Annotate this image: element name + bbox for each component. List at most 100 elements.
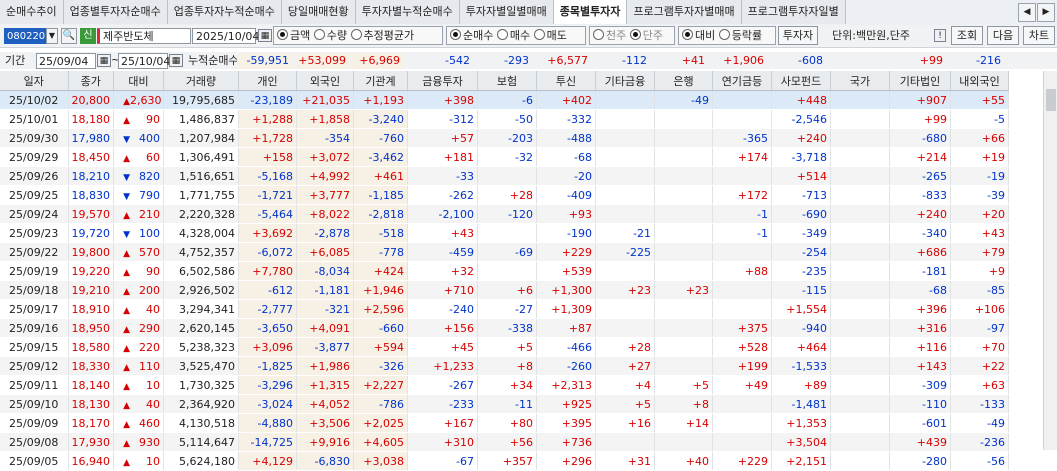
column-header[interactable]: 기타법인 bbox=[889, 71, 951, 91]
period-to-field[interactable]: 25/10/04 bbox=[118, 53, 170, 69]
up-arrow-icon: ▲ bbox=[123, 286, 130, 297]
column-header[interactable]: 개인 bbox=[238, 71, 297, 91]
table-row[interactable]: 25/09/26 18,210 ▼ 820 1,516,651 -5,168 +4,992 +… bbox=[0, 166, 1009, 186]
down-arrow-icon: ▼ bbox=[123, 229, 130, 240]
table-row[interactable]: 25/10/02 20,800 ▲2,630 19,795,685 -23,189 +21… bbox=[0, 90, 1009, 110]
table-row[interactable]: 25/09/15 18,580 ▲ 220 5,238,323 +3,096 -3,877 +… bbox=[0, 337, 1009, 357]
table-row[interactable]: 25/09/17 18,910 ▲ 40 3,294,341 -2,777 -321 +2,5… bbox=[0, 299, 1009, 319]
info-icon[interactable]: ! bbox=[934, 29, 946, 42]
tab-5[interactable]: 투자자별일별매매 bbox=[459, 0, 554, 24]
volume-cell: 19,795,685 bbox=[163, 90, 239, 110]
tab-2[interactable]: 업종투자자누적순매수 bbox=[167, 0, 282, 24]
column-header[interactable]: 연기금등 bbox=[712, 71, 772, 91]
from-calendar-icon[interactable]: ▦ bbox=[97, 54, 111, 67]
radio-thousand-shares[interactable]: 천주 bbox=[593, 29, 626, 42]
column-header[interactable]: 기타금융 bbox=[595, 71, 655, 91]
to-calendar-icon[interactable]: ▦ bbox=[169, 54, 183, 67]
column-header[interactable]: 기관계 bbox=[353, 71, 408, 91]
table-row[interactable]: 25/09/11 18,140 ▲ 10 1,730,325 -3,296 +1,315 +2… bbox=[0, 375, 1009, 395]
table-row[interactable]: 25/09/19 19,220 ▲ 90 6,502,586 +7,780 -8,034 +4… bbox=[0, 261, 1009, 281]
table-row[interactable]: 25/09/05 16,940 ▲ 10 5,624,180 +4,129 -6,830 +3… bbox=[0, 451, 1009, 471]
close-price-cell: 18,170 bbox=[68, 413, 114, 433]
investor-value-cell: -601 bbox=[889, 413, 951, 433]
investor-value-cell: +907 bbox=[889, 90, 951, 110]
radio-buy[interactable]: 매수 bbox=[496, 29, 530, 42]
table-row[interactable]: 25/09/30 17,980 ▼ 400 1,207,984 +1,728 -354 -76… bbox=[0, 128, 1009, 148]
tab-6[interactable]: 종목별투자자 bbox=[553, 0, 628, 24]
code-dropdown-icon[interactable]: ▼ bbox=[46, 28, 58, 44]
investor-value-cell bbox=[654, 223, 713, 243]
tab-1[interactable]: 업종별투자자순매수 bbox=[63, 0, 168, 24]
column-header[interactable]: 거래량 bbox=[163, 71, 239, 91]
investor-value-cell: -713 bbox=[771, 185, 831, 205]
volume-cell: 4,328,004 bbox=[163, 223, 239, 243]
investor-value-cell: +1,193 bbox=[353, 90, 408, 110]
change-value: 570 bbox=[139, 245, 160, 259]
investor-value-cell: +40 bbox=[654, 451, 713, 471]
table-row[interactable]: 25/09/25 18,830 ▼ 790 1,771,755 -1,721 +3,777-… bbox=[0, 185, 1009, 205]
tab-scroll-right-icon[interactable]: ▶ bbox=[1037, 3, 1055, 22]
date-field[interactable]: 2025/10/04 bbox=[192, 28, 259, 44]
date-cell: 25/10/01 bbox=[0, 109, 69, 129]
next-button[interactable]: 다음 bbox=[987, 26, 1019, 45]
investor-button[interactable]: 투자자 bbox=[778, 26, 818, 45]
investor-value-cell: +4 bbox=[595, 375, 655, 395]
column-header[interactable]: 금융투자 bbox=[407, 71, 478, 91]
radio-quantity[interactable]: 수량 bbox=[313, 29, 347, 42]
calendar-icon[interactable]: ▦ bbox=[258, 29, 272, 42]
column-header[interactable]: 투신 bbox=[536, 71, 596, 91]
table-row[interactable]: 25/09/08 17,930 ▲ 930 5,114,647 -14,725 +9,916… bbox=[0, 432, 1009, 452]
investor-value-cell: +8 bbox=[477, 356, 537, 376]
table-row[interactable]: 25/09/10 18,130 ▲ 40 2,364,920 -3,024 +4,052 -7… bbox=[0, 394, 1009, 414]
investor-value-cell: -1,825 bbox=[238, 356, 297, 376]
tab-3[interactable]: 당일매매현황 bbox=[281, 0, 356, 24]
investor-value-cell: -190 bbox=[536, 223, 596, 243]
radio-change-rate[interactable]: 등락률 bbox=[718, 29, 762, 42]
tab-scroll-left-icon[interactable]: ◀ bbox=[1018, 3, 1036, 22]
tab-7[interactable]: 프로그램투자자별매매 bbox=[627, 0, 742, 24]
column-header[interactable]: 종가 bbox=[68, 71, 114, 91]
table-row[interactable]: 25/09/23 19,720 ▼ 100 4,328,004 +3,692 -2,878-… bbox=[0, 223, 1009, 243]
table-row[interactable]: 25/09/29 18,450 ▲ 60 1,306,491 +158 +3,072 -3,4… bbox=[0, 147, 1009, 167]
column-header[interactable]: 국가 bbox=[830, 71, 890, 91]
radio-change[interactable]: 대비 bbox=[682, 29, 715, 42]
chart-button[interactable]: 차트 bbox=[1023, 26, 1055, 45]
column-header[interactable]: 사모펀드 bbox=[771, 71, 831, 91]
scrollbar-thumb[interactable] bbox=[1046, 89, 1056, 111]
column-header[interactable]: 내외국인 bbox=[950, 71, 1009, 91]
radio-net-buy[interactable]: 순매수 bbox=[450, 29, 493, 42]
vertical-scrollbar[interactable] bbox=[1043, 71, 1057, 450]
table-row[interactable]: 25/09/18 19,210 ▲ 200 2,926,502 -612 -1,181 +1,… bbox=[0, 280, 1009, 300]
tab-8[interactable]: 프로그램투자자일별 bbox=[741, 0, 846, 24]
stock-code-input[interactable]: 080220 bbox=[4, 28, 46, 44]
column-header[interactable]: 일자 bbox=[0, 71, 69, 91]
radio-avg-price[interactable]: 추정평균가 bbox=[350, 29, 414, 42]
investor-value-cell: -466 bbox=[536, 337, 596, 357]
investor-value-cell: +1,288 bbox=[238, 109, 297, 129]
query-button[interactable]: 조회 bbox=[951, 26, 983, 45]
table-row[interactable]: 25/09/12 18,330 ▲ 110 3,525,470 -1,825 +1,986-… bbox=[0, 356, 1009, 376]
search-icon[interactable]: 🔍 bbox=[61, 28, 77, 44]
investor-value-cell bbox=[654, 261, 713, 281]
column-header[interactable]: 보험 bbox=[477, 71, 537, 91]
radio-amount[interactable]: 금액 bbox=[277, 29, 310, 42]
investor-value-cell: +1,554 bbox=[771, 299, 831, 319]
radio-sell[interactable]: 매도 bbox=[533, 29, 567, 42]
tab-0[interactable]: 순매수추이 bbox=[0, 0, 64, 24]
column-header[interactable]: 외국인 bbox=[296, 71, 354, 91]
column-header[interactable]: 대비 bbox=[113, 71, 164, 91]
table-row[interactable]: 25/09/09 18,170 ▲ 460 4,130,518 -4,880 +3,506 +… bbox=[0, 413, 1009, 433]
table-row[interactable]: 25/09/24 19,570 ▲ 210 2,220,328 -5,464 +8,022-… bbox=[0, 204, 1009, 224]
table-row[interactable]: 25/09/16 18,950 ▲ 290 2,620,145 -3,650 +4,091-… bbox=[0, 318, 1009, 338]
investor-value-cell: +4,129 bbox=[238, 451, 297, 471]
up-arrow-icon: ▲ bbox=[123, 115, 130, 126]
up-arrow-icon: ▲ bbox=[123, 324, 130, 335]
investor-value-cell: -19 bbox=[950, 166, 1009, 186]
radio-single-shares[interactable]: 단주 bbox=[629, 29, 663, 42]
table-row[interactable]: 25/10/01 18,180 ▲ 90 1,486,837 +1,288 +1,858 -3… bbox=[0, 109, 1009, 129]
column-header[interactable]: 은행 bbox=[654, 71, 713, 91]
tab-4[interactable]: 투자자별누적순매수 bbox=[355, 0, 460, 24]
period-from-field[interactable]: 25/09/04 bbox=[36, 53, 96, 69]
investor-value-cell: -3,240 bbox=[353, 109, 408, 129]
table-row[interactable]: 25/09/22 19,800 ▲ 570 4,752,357 -6,072 +6,085-… bbox=[0, 242, 1009, 262]
